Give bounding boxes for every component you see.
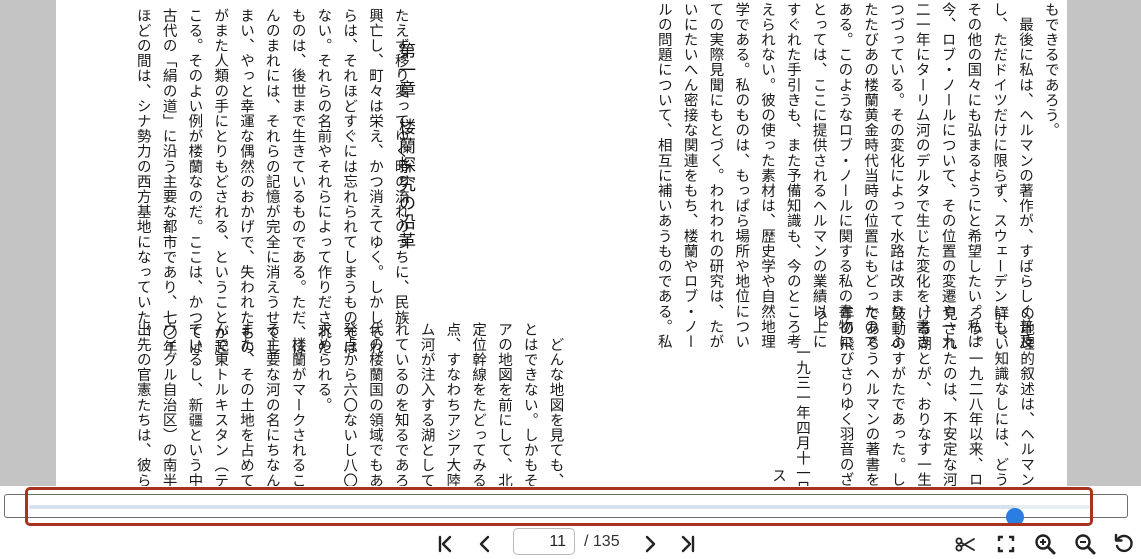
text-column: 詳しい知識なしには、どうにも理 [992, 306, 1009, 486]
text-column: もできるであろう。 [1042, 2, 1059, 138]
page-slider[interactable] [4, 494, 1128, 526]
slider-fill [29, 505, 1015, 509]
text-column: ろう。一九二八年以来、ロブ砂漠 [966, 306, 983, 486]
text-column: 古代の「絹の道」に沿う主要な都市であり、七〇年 [160, 8, 177, 356]
text-column: とっては、ここに提供されるヘルマンの業績以上に [810, 2, 827, 350]
text-column: の地理的叙述は、ヘルマンの歴史 [1018, 306, 1035, 486]
previous-page-button[interactable] [472, 531, 498, 557]
text-column: し、ただドイツだけに限らず、スウェーデンにも、 [991, 2, 1008, 350]
text-column: れているのを知るであろう。こ [392, 322, 409, 486]
text-column: アの地図を前にして、北緯四〇 [495, 322, 512, 486]
text-column: う。 [811, 306, 828, 337]
left-page-lower-text: どんな地図を見ても、楼蘭と とはできない。しかもその位置 アの地図を前にして、北緯四… [129, 322, 568, 486]
text-column: 定位幹線をたどってみるがよい [470, 322, 487, 486]
zoom-out-button[interactable] [1072, 531, 1098, 557]
fullscreen-button[interactable] [993, 531, 1019, 557]
text-column: であろうヘルマンの著書を読む [863, 306, 880, 486]
text-column: 発点から六〇ないし八〇キロメ [341, 322, 358, 486]
text-column: たたびあの楼蘭黄金時代当時の位置にもどったので [862, 2, 879, 350]
text-column: 楼蘭がマークされるこの土地 [289, 322, 306, 486]
text-column: その他の国々にも弘まるようにと希望したい。私は [965, 2, 982, 350]
fullscreen-icon [997, 535, 1015, 553]
text-column: ける湖とが、おりなす一生の、 [914, 306, 931, 486]
last-page-button[interactable] [675, 531, 701, 557]
next-page-button[interactable] [637, 531, 663, 557]
book-spread: について、語りあう住民たちの話を、もれ聞くこともできるであろう。 最後に私は、ヘ… [56, 0, 1067, 486]
viewer-margin-left [0, 0, 56, 486]
text-column: について、語りあう住民たちの話を、もれ聞くこと [1063, 2, 1067, 349]
viewer-toolbar: / 135 [0, 527, 1141, 559]
text-column: ム河が注入する湖としてロブ・ [418, 322, 435, 486]
text-column: 学である。私のものは、もっぱら場所や地位につい [733, 2, 750, 350]
text-column: んで東トルキスタン（テュルク [212, 322, 229, 486]
last-page-icon [681, 535, 695, 553]
zoom-in-button[interactable] [1032, 531, 1058, 557]
text-column: んのまれには、それらの記憶が完全に消えうせてし [263, 8, 280, 356]
zoom-out-icon [1075, 534, 1096, 555]
text-column: どんな地図を見ても、楼蘭と [547, 322, 564, 486]
right-page-upper-text: について、語りあう住民たちの話を、もれ聞くこともできるであろう。 最後に私は、ヘ… [650, 2, 1067, 349]
zoom-in-icon [1035, 534, 1056, 555]
text-column: つづっている。その変化によって水路は改まり、ふ [887, 2, 904, 350]
next-page-icon [645, 535, 656, 553]
text-column: まい、やっと幸運な偶然のおかげで、失われたもの [237, 8, 254, 356]
refresh-button[interactable] [1111, 531, 1137, 557]
text-column: すぐれた手引きも、また予備知識も、今のところ考 [784, 2, 801, 350]
text-column: 出先の官憲たちは、彼らの地図 [134, 322, 151, 486]
text-column: また、その土地を占めている主 [237, 322, 254, 486]
viewer-margin-right [1067, 0, 1141, 486]
slider-thumb[interactable] [1005, 508, 1024, 526]
text-column: 最後に私は、ヘルマンの著作が、すばらしく普及 [1016, 2, 1033, 350]
text-column: ものは、後世まで生きているものである。ただ、ほ [289, 8, 306, 356]
preface-date: 一九三一年四月十一日、 [794, 345, 810, 486]
first-page-button[interactable] [432, 531, 458, 557]
text-column: ているし、新疆という中国の一 [186, 322, 203, 486]
page-total-label: / 135 [584, 533, 620, 550]
text-column: 二一年にターリム河のデルタで生じた変化を、書き [913, 2, 930, 350]
text-column: 興亡し、町々は栄え、かつ消えてゆく。しかしそれ [366, 8, 383, 356]
text-column: 鼓動のすがたであった。しかし [889, 306, 906, 486]
first-page-icon [438, 535, 452, 553]
text-column: 今、ロブ・ノールについて、その位置の変遷や一九 [939, 2, 956, 350]
slider-track[interactable] [29, 505, 1094, 526]
text-column: とはできない。しかもその位置 [521, 322, 538, 486]
text-column: 年の飛びさりゆく羽音のざわめき [837, 306, 854, 486]
previous-page-icon [479, 535, 490, 553]
refresh-icon [1114, 533, 1133, 553]
text-column: こる。そのよい例が楼蘭なのだ。ここは、かつては [186, 8, 203, 356]
text-column: る主要な河の名にちなんでター [263, 322, 280, 486]
preface-signature: ス [770, 468, 786, 484]
text-column: ある。このようなロブ・ノールに関する私の書物に [836, 2, 853, 350]
text-column: たえず移り変ってゆく時の流れのうちに、民族 [392, 8, 409, 326]
text-column: 点、すなわちアジア大陸の奥の [444, 322, 461, 486]
text-column: ほどの間は、シナ勢力の西方基地になっていた。 [134, 8, 151, 341]
text-column: ルの問題について、相互に補いあうものである。私 [655, 2, 672, 350]
text-column: 代の楼蘭国の領域でもあって、 [366, 322, 383, 486]
text-column: 見されたのは、不安定な河流とさ [940, 306, 957, 486]
text-column: 求められる。 [315, 322, 332, 413]
text-column: ない。それらの名前やそれらによって作りだされた [315, 8, 332, 356]
left-page-upper-text: たえず移り変ってゆく時の流れのうちに、民族 興亡し、町々は栄え、かつ消えてゆく。し… [129, 8, 413, 355]
text-column: ウィグル自治区）の南半分を形 [160, 322, 177, 486]
text-column: らは、それほどすぐには忘れられてしまうものでは [341, 8, 358, 356]
text-column: ての実際見聞にもとづく。われわれの研究は、たが [707, 2, 724, 350]
right-page-lower-text: の地理的叙述は、ヘルマンの歴史 詳しい知識なしには、どうにも理 ろう。一九二八年以来… [806, 306, 1038, 486]
text-column: いにたいへん密接な関連をもち、楼蘭やロブ・ノー [681, 2, 698, 350]
scissors-icon [955, 537, 975, 552]
text-column: がまた人類の手にとりもどされる、ということが起 [212, 8, 229, 356]
scissors-button[interactable] [952, 531, 978, 557]
text-column: えられない。彼の使った素材は、歴史学や自然地理 [758, 2, 775, 350]
page-number-input[interactable] [513, 528, 575, 555]
